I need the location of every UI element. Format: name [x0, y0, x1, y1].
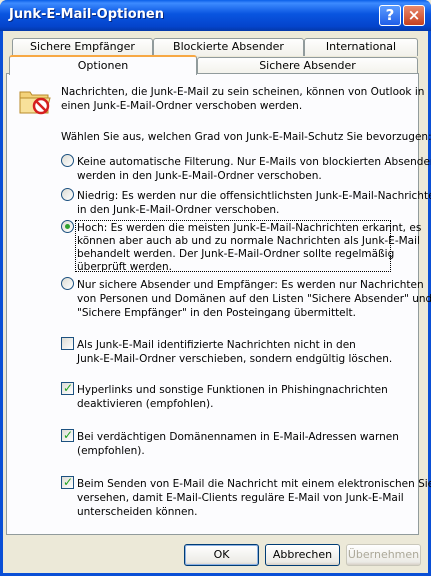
radio-safe-only-label-3: "Sichere Empfänger" in den Posteingang ü…	[77, 307, 357, 319]
radio-high[interactable]	[61, 220, 74, 233]
checkbox-disable-phishing-links-label-2: deaktivieren (empfohlen).	[77, 398, 214, 410]
checkbox-warn-domains-label-1[interactable]: Bei verdächtigen Domänennamen in E-Mail-…	[77, 431, 399, 444]
checkbox-delete-junk[interactable]	[61, 337, 74, 350]
checkbox-warn-domains-label-2: (empfohlen).	[77, 445, 145, 457]
radio-selected-dot	[65, 224, 70, 229]
radio-no-filtering[interactable]	[61, 154, 74, 167]
radio-high-label-3: behandelt werden. Der Junk-E-Mail-Ordner…	[77, 248, 395, 260]
checkbox-postmark[interactable]: ✓	[61, 475, 74, 489]
radio-no-filtering-label-2: werden in den Junk-E-Mail-Ordner verscho…	[77, 170, 322, 182]
apply-button[interactable]: Übernehmen	[346, 544, 421, 566]
checkbox-warn-domains[interactable]: ✓	[61, 428, 74, 442]
checkbox-postmark-label-3: unterscheiden können.	[77, 506, 198, 518]
radio-low-label-2: in den Junk-E-Mail-Ordner verschoben.	[77, 204, 280, 216]
radio-high-label-2: können aber auch ab und zu normale Nachr…	[77, 235, 420, 247]
radio-low-label-1[interactable]: Niedrig: Es werden nur die offensichtlic…	[77, 190, 431, 203]
checkbox-postmark-label-1[interactable]: Beim Senden von E-Mail die Nachricht mit…	[77, 478, 431, 491]
ok-button[interactable]: OK	[184, 544, 259, 566]
check-mark-icon: ✓	[63, 475, 74, 489]
check-mark-icon: ✓	[63, 428, 74, 442]
radio-high-label-4: überprüft werden.	[77, 261, 172, 273]
checkbox-disable-phishing-links[interactable]: ✓	[61, 381, 74, 395]
checkbox-disable-phishing-links-label-1[interactable]: Hyperlinks und sonstige Funktionen in Ph…	[77, 384, 388, 397]
radio-no-filtering-label-1[interactable]: Keine automatische Filterung. Nur E-Mail…	[77, 156, 431, 169]
radio-high-label-1[interactable]: Hoch: Es werden die meisten Junk-E-Mail-…	[77, 222, 421, 235]
radio-safe-only-label-2: von Personen und Domänen auf den Listen …	[77, 293, 431, 305]
intro-line-2: einen Junk-E-Mail-Ordner verschoben werd…	[61, 100, 303, 112]
junk-folder-icon	[19, 91, 51, 115]
protection-level-prompt: Wählen Sie aus, welchen Grad von Junk-E-…	[61, 131, 431, 143]
check-mark-icon: ✓	[63, 381, 74, 395]
intro-line-1: Nachrichten, die Junk-E-Mail zu sein sch…	[61, 86, 425, 98]
radio-safe-only-label-1[interactable]: Nur sichere Absender und Empfänger: Es w…	[77, 279, 424, 292]
checkbox-delete-junk-label-2: Junk-E-Mail-Ordner verschieben, sondern …	[77, 353, 393, 365]
cancel-button[interactable]: Abbrechen	[265, 544, 340, 566]
checkbox-postmark-label-2: versehen, damit E-Mail-Clients reguläre …	[77, 492, 404, 504]
checkbox-delete-junk-label-1[interactable]: Als Junk-E-Mail identifizierte Nachricht…	[77, 339, 356, 352]
radio-safe-only[interactable]	[61, 277, 74, 290]
radio-low[interactable]	[61, 188, 74, 201]
